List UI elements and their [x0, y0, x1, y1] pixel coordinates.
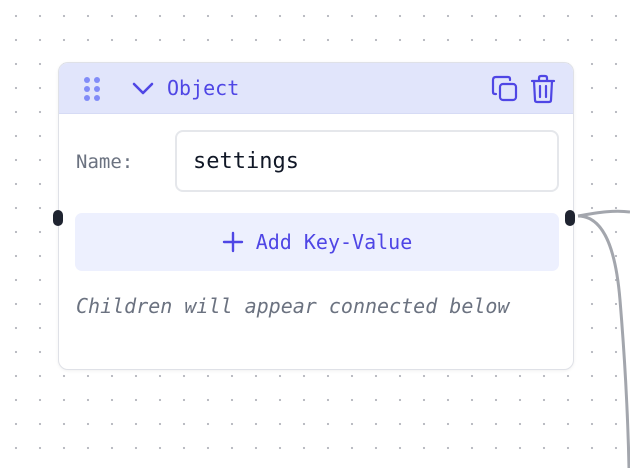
- plus-icon: [222, 231, 244, 253]
- name-label: Name:: [76, 151, 134, 173]
- chevron-down-icon[interactable]: [131, 79, 155, 99]
- add-key-value-label: Add Key-Value: [255, 230, 413, 254]
- trash-icon[interactable]: [529, 74, 557, 104]
- node-header: Object: [59, 63, 573, 114]
- output-handle[interactable]: [565, 210, 575, 226]
- node-type-label: Object: [167, 76, 240, 100]
- copy-icon[interactable]: [491, 75, 519, 103]
- name-input[interactable]: [175, 130, 559, 192]
- object-node[interactable]: Object Name: Add Key-Value: [53, 62, 575, 370]
- drag-handle-icon[interactable]: [83, 76, 101, 102]
- input-handle[interactable]: [53, 210, 63, 226]
- children-hint: Children will appear connected below: [76, 294, 510, 318]
- add-key-value-button[interactable]: Add Key-Value: [75, 213, 559, 271]
